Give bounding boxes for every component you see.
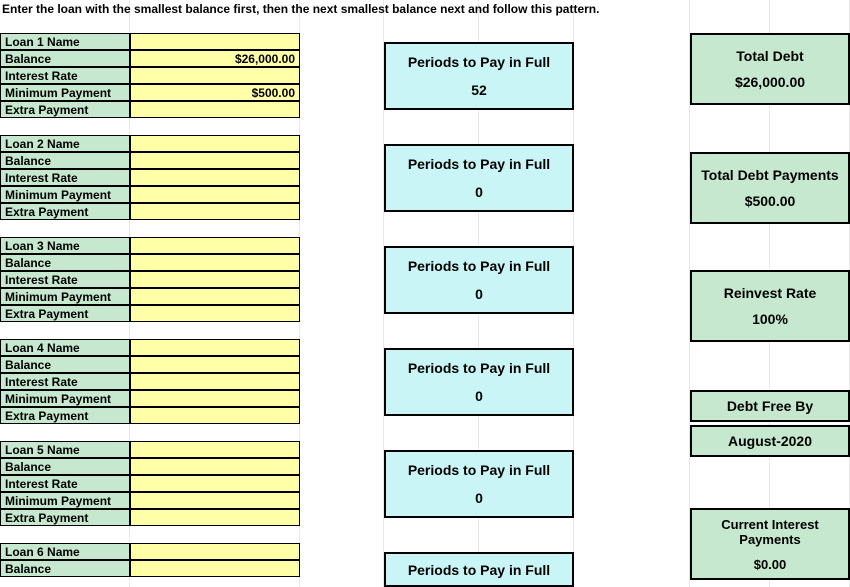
total-debt-box: Total Debt $26,000.00 [690, 33, 850, 105]
periods-box-4: Periods to Pay in Full 0 [384, 348, 574, 416]
debt-free-label: Debt Free By [727, 398, 813, 414]
periods-label: Periods to Pay in Full [408, 360, 550, 376]
periods-label: Periods to Pay in Full [408, 562, 550, 578]
periods-value: 0 [475, 286, 483, 302]
balance-label: Balance [0, 356, 130, 373]
loan-name-input[interactable] [130, 339, 300, 356]
loan-name-input[interactable] [130, 237, 300, 254]
interest-rate-label: Interest Rate [0, 271, 130, 288]
total-debt-value: $26,000.00 [735, 74, 805, 90]
instruction-text: Enter the loan with the smallest balance… [2, 0, 599, 18]
balance-label: Balance [0, 152, 130, 169]
periods-label: Periods to Pay in Full [408, 156, 550, 172]
interest-rate-label: Interest Rate [0, 169, 130, 186]
extra-payment-label: Extra Payment [0, 407, 130, 424]
extra-payment-input[interactable] [130, 101, 300, 118]
loan-block-6: Loan 6 Name Balance [0, 543, 300, 577]
minimum-payment-input[interactable] [130, 492, 300, 509]
extra-payment-label: Extra Payment [0, 101, 130, 118]
minimum-payment-label: Minimum Payment [0, 390, 130, 407]
debt-free-value-box: August-2020 [690, 425, 850, 457]
total-payments-value: $500.00 [745, 193, 796, 209]
extra-payment-label: Extra Payment [0, 203, 130, 220]
loan-block-5: Loan 5 Name Balance Interest Rate Minimu… [0, 441, 300, 526]
periods-label: Periods to Pay in Full [408, 54, 550, 70]
minimum-payment-input[interactable] [130, 390, 300, 407]
total-payments-box: Total Debt Payments $500.00 [690, 152, 850, 224]
minimum-payment-label: Minimum Payment [0, 288, 130, 305]
reinvest-label: Reinvest Rate [724, 285, 817, 301]
minimum-payment-input[interactable] [130, 288, 300, 305]
periods-label: Periods to Pay in Full [408, 462, 550, 478]
loan-block-4: Loan 4 Name Balance Interest Rate Minimu… [0, 339, 300, 424]
interest-rate-input[interactable] [130, 475, 300, 492]
minimum-payment-label: Minimum Payment [0, 84, 130, 101]
loan-name-label: Loan 6 Name [0, 543, 130, 560]
periods-box-3: Periods to Pay in Full 0 [384, 246, 574, 314]
interest-rate-label: Interest Rate [0, 67, 130, 84]
balance-input[interactable] [130, 356, 300, 373]
periods-box-6: Periods to Pay in Full [384, 552, 574, 587]
periods-box-5: Periods to Pay in Full 0 [384, 450, 574, 518]
interest-value: $0.00 [754, 557, 787, 572]
total-payments-label: Total Debt Payments [701, 167, 838, 183]
balance-input[interactable] [130, 254, 300, 271]
loan-name-label: Loan 2 Name [0, 135, 130, 152]
interest-rate-label: Interest Rate [0, 475, 130, 492]
extra-payment-label: Extra Payment [0, 509, 130, 526]
interest-rate-input[interactable] [130, 373, 300, 390]
extra-payment-input[interactable] [130, 203, 300, 220]
total-debt-label: Total Debt [736, 48, 803, 64]
loan-name-label: Loan 3 Name [0, 237, 130, 254]
minimum-payment-label: Minimum Payment [0, 186, 130, 203]
reinvest-value: 100% [752, 311, 788, 327]
debt-free-label-box: Debt Free By [690, 390, 850, 422]
periods-box-1: Periods to Pay in Full 52 [384, 42, 574, 110]
reinvest-box: Reinvest Rate 100% [690, 270, 850, 342]
loan-name-label: Loan 5 Name [0, 441, 130, 458]
extra-payment-label: Extra Payment [0, 305, 130, 322]
loan-name-input[interactable] [130, 135, 300, 152]
extra-payment-input[interactable] [130, 407, 300, 424]
minimum-payment-input[interactable]: $500.00 [130, 84, 300, 101]
loan-name-input[interactable] [130, 33, 300, 50]
balance-input[interactable] [130, 458, 300, 475]
periods-label: Periods to Pay in Full [408, 258, 550, 274]
extra-payment-input[interactable] [130, 509, 300, 526]
balance-label: Balance [0, 50, 130, 67]
interest-box: Current Interest Payments $0.00 [690, 508, 850, 580]
loan-name-input[interactable] [130, 543, 300, 560]
balance-input[interactable]: $26,000.00 [130, 50, 300, 67]
periods-value: 52 [471, 82, 487, 98]
balance-label: Balance [0, 254, 130, 271]
extra-payment-input[interactable] [130, 305, 300, 322]
interest-rate-input[interactable] [130, 169, 300, 186]
interest-label: Current Interest Payments [692, 517, 848, 547]
loan-block-1: Loan 1 Name Balance$26,000.00 Interest R… [0, 33, 300, 118]
interest-rate-input[interactable] [130, 67, 300, 84]
periods-value: 0 [475, 490, 483, 506]
balance-input[interactable] [130, 152, 300, 169]
periods-value: 0 [475, 388, 483, 404]
interest-rate-input[interactable] [130, 271, 300, 288]
loan-name-label: Loan 4 Name [0, 339, 130, 356]
loan-name-label: Loan 1 Name [0, 33, 130, 50]
periods-value: 0 [475, 184, 483, 200]
loan-name-input[interactable] [130, 441, 300, 458]
minimum-payment-input[interactable] [130, 186, 300, 203]
balance-label: Balance [0, 560, 130, 577]
loan-block-2: Loan 2 Name Balance Interest Rate Minimu… [0, 135, 300, 220]
balance-label: Balance [0, 458, 130, 475]
debt-free-value: August-2020 [728, 433, 812, 449]
loan-block-3: Loan 3 Name Balance Interest Rate Minimu… [0, 237, 300, 322]
minimum-payment-label: Minimum Payment [0, 492, 130, 509]
interest-rate-label: Interest Rate [0, 373, 130, 390]
balance-input[interactable] [130, 560, 300, 577]
periods-box-2: Periods to Pay in Full 0 [384, 144, 574, 212]
